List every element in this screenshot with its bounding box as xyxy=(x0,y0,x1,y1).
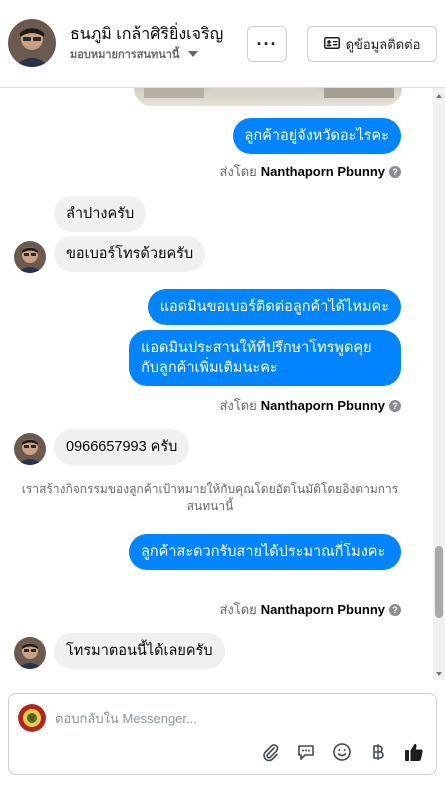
contact-card-icon xyxy=(323,36,340,52)
assign-conversation[interactable]: มอบหมายการสนทนานี้ xyxy=(70,45,199,63)
contact-avatar[interactable] xyxy=(8,19,56,67)
message-incoming[interactable]: ขอเบอร์โทรด้วยครับ xyxy=(54,236,206,272)
smile-icon[interactable] xyxy=(330,740,354,764)
image-attachment[interactable] xyxy=(134,88,402,106)
agent-name: Nanthaporn Pbunny xyxy=(260,164,385,179)
help-icon[interactable]: ? xyxy=(389,165,401,178)
baht-icon[interactable] xyxy=(366,740,390,764)
chat-bubble-icon[interactable] xyxy=(294,740,318,764)
message-incoming[interactable]: โทรมาตอนนี้ได้เลยครับ xyxy=(54,633,225,669)
caret-down-icon xyxy=(188,49,199,61)
page-avatar xyxy=(18,704,46,732)
sent-by-label: ส่งโดย Nanthaporn Pbunny ? xyxy=(219,395,401,416)
system-note: เราสร้างกิจกรรมของลูกค้าเป้าหมายให้กับคุ… xyxy=(21,482,399,513)
reply-input[interactable] xyxy=(55,706,415,730)
message-outgoing[interactable]: แอดมินประสานให้ที่ปรึกษาโทรพูดคุยกับลูกค… xyxy=(129,330,401,386)
help-icon[interactable]: ? xyxy=(389,399,401,412)
contact-avatar-small xyxy=(14,241,46,273)
thumbs-up-icon[interactable] xyxy=(402,740,426,764)
help-icon[interactable]: ? xyxy=(389,603,401,616)
message-outgoing[interactable]: ลูกค้าสะดวกรับสายได้ประมาณกี่โมงคะ xyxy=(129,534,401,570)
view-contact-label: ดูข้อมูลติดต่อ xyxy=(345,36,421,52)
assign-label: มอบหมายการสนทนานี้ xyxy=(70,49,180,61)
message-thread[interactable]: ลูกค้าอยู่จังหวัดอะไรคะ ส่งโดย Nanthapor… xyxy=(0,88,445,680)
agent-name: Nanthaporn Pbunny xyxy=(260,398,385,413)
reply-composer xyxy=(8,693,437,775)
scroll-up-icon[interactable] xyxy=(436,94,442,98)
contact-avatar-small xyxy=(14,637,46,669)
message-incoming[interactable]: ลำปางครับ xyxy=(54,196,147,232)
sent-by-label: ส่งโดย Nanthaporn Pbunny ? xyxy=(219,599,401,620)
message-outgoing[interactable]: แอดมินขอเบอร์ติดต่อลูกค้าได้ไหมคะ xyxy=(147,289,401,325)
more-options-button[interactable]: ··· xyxy=(247,26,287,62)
message-outgoing[interactable]: ลูกค้าอยู่จังหวัดอะไรคะ xyxy=(232,118,401,154)
contact-name[interactable]: ธนภูมิ เกล้าศิริยิ่งเจริญ xyxy=(70,22,223,47)
paperclip-icon[interactable] xyxy=(258,740,282,764)
composer-toolbar xyxy=(258,740,426,764)
agent-name: Nanthaporn Pbunny xyxy=(260,602,385,617)
scroll-down-icon[interactable] xyxy=(436,672,442,676)
scrollbar-thumb[interactable] xyxy=(435,546,443,618)
conversation-header: ธนภูมิ เกล้าศิริยิ่งเจริญ มอบหมายการสนทน… xyxy=(0,0,445,88)
view-contact-button[interactable]: ดูข้อมูลติดต่อ xyxy=(307,26,437,62)
thread-scrollbar[interactable] xyxy=(433,88,445,680)
message-incoming[interactable]: 0966657993 ครับ xyxy=(54,429,190,465)
contact-avatar-small xyxy=(14,433,46,465)
sent-by-label: ส่งโดย Nanthaporn Pbunny ? xyxy=(219,161,401,182)
